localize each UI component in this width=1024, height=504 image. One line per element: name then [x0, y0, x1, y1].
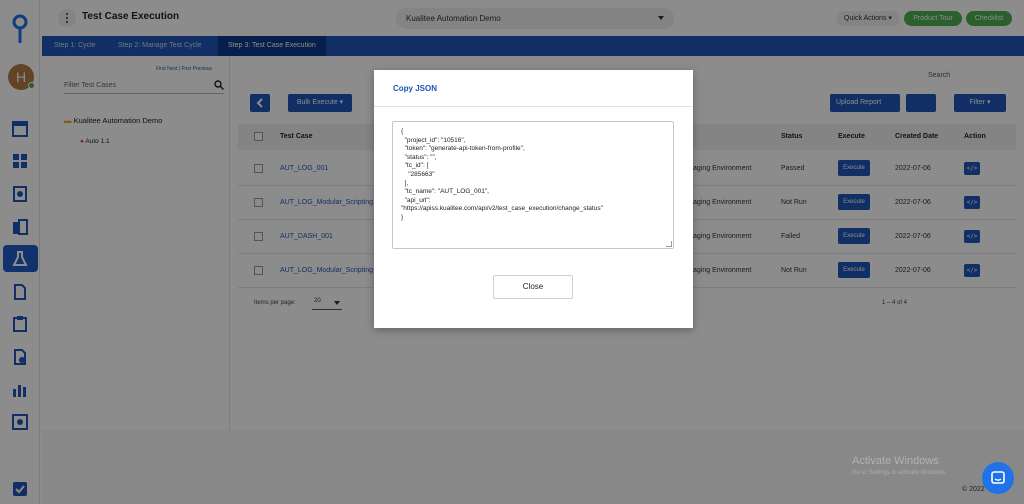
json-line: "285663": [401, 170, 435, 178]
activate-windows-subtext: Go to Settings to activate Windows.: [852, 470, 947, 476]
json-line: "tc_id": [: [401, 162, 429, 170]
json-line: ],: [401, 179, 409, 187]
json-line: {: [401, 128, 404, 135]
json-line: "project_id": "10516",: [401, 136, 466, 144]
json-line: "token": "generate-api-token-from-profil…: [401, 145, 525, 153]
textarea-resize-handle[interactable]: [666, 241, 672, 247]
chat-widget-button[interactable]: [982, 462, 1014, 494]
json-line: }: [401, 213, 404, 221]
modal-divider: [374, 106, 693, 107]
json-textarea[interactable]: { "project_id": "10516", "token": "gener…: [392, 121, 674, 249]
json-line: "status": "",: [401, 153, 437, 161]
modal-title: Copy JSON: [393, 84, 438, 93]
close-button[interactable]: Close: [493, 275, 573, 299]
chat-icon: [991, 471, 1005, 484]
json-line: "https://apiss.kualitee.com/api/v2/test_…: [401, 205, 603, 213]
json-line: "tc_name": "AUT_LOG_001",: [401, 188, 489, 196]
copy-json-modal: Copy JSON { "project_id": "10516", "toke…: [374, 70, 693, 328]
activate-windows-watermark: Activate Windows: [852, 455, 939, 467]
json-line: "api_url":: [401, 196, 431, 204]
